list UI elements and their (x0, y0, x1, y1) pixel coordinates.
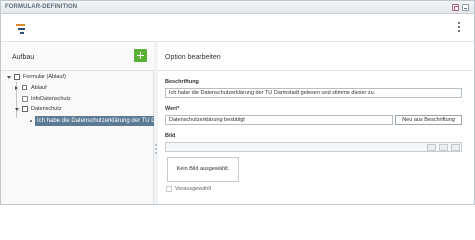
window-title: FORMULAR-DEFINITION (5, 4, 78, 10)
titlebar: FORMULAR-DEFINITION (1, 1, 474, 14)
neu-aus-beschriftung-button[interactable]: Neu aus Beschriftung (395, 115, 462, 125)
delete-icon[interactable] (451, 144, 460, 151)
minimize-icon[interactable] (462, 4, 469, 11)
checkbox-icon (22, 106, 28, 112)
wert-label: Wert* (165, 106, 180, 112)
document-icon (22, 96, 28, 102)
tree-item-label: Datenschutz (31, 106, 62, 112)
plus-icon[interactable] (134, 49, 147, 62)
wert-field[interactable]: Datenschutzerklärung bestätigt (165, 115, 393, 125)
tree-item-datenschutz[interactable]: Datenschutz (15, 105, 145, 114)
restore-icon[interactable] (452, 4, 459, 11)
option-header: Option bearbeiten (158, 42, 473, 71)
structure-header: Aufbau (1, 42, 154, 71)
structure-title: Aufbau (12, 54, 35, 61)
vorausgewaehlt-label: Vorausgewählt (175, 186, 212, 192)
bullet-icon (30, 120, 32, 122)
bild-label: Bild (165, 133, 176, 139)
beschriftung-field[interactable]: Ich habe die Datenschutzerklärung der TU… (165, 88, 462, 98)
tree-item-infodatenschutz[interactable]: InfoDatenschutz (15, 95, 145, 104)
expand-icon[interactable] (15, 108, 19, 111)
beschriftung-label: Beschriftung (165, 79, 199, 85)
tree-item-label: Formular (Ablauf) (23, 74, 66, 80)
checkbox-form-icon (14, 74, 20, 80)
more-vertical-icon[interactable] (457, 22, 461, 34)
bild-bar (165, 142, 462, 152)
tree-item-label: Ich habe die Datenschutzerklärung der TU… (37, 118, 156, 124)
flow-icon (22, 85, 27, 90)
toolbar (1, 15, 474, 42)
tree-item-label: Ablauf (31, 85, 47, 91)
tree-item-label: InfoDatenschutz (31, 96, 71, 102)
vorausgewaehlt-checkbox[interactable] (166, 186, 172, 192)
tree-item-ablauf[interactable]: Ablauf (15, 84, 145, 93)
option-title: Option bearbeiten (165, 54, 221, 61)
tree-item-formular[interactable]: Formular (Ablauf) (7, 73, 147, 82)
edit-icon[interactable] (439, 144, 448, 151)
tree-item-selected[interactable]: Ich habe die Datenschutzerklärung der TU… (35, 116, 156, 126)
upload-icon[interactable] (427, 144, 436, 151)
collapse-icon[interactable] (15, 86, 18, 90)
app-logo-icon (16, 24, 25, 34)
expand-icon[interactable] (7, 76, 11, 79)
no-image-box[interactable]: Kein Bild ausgewählt. (167, 157, 239, 182)
